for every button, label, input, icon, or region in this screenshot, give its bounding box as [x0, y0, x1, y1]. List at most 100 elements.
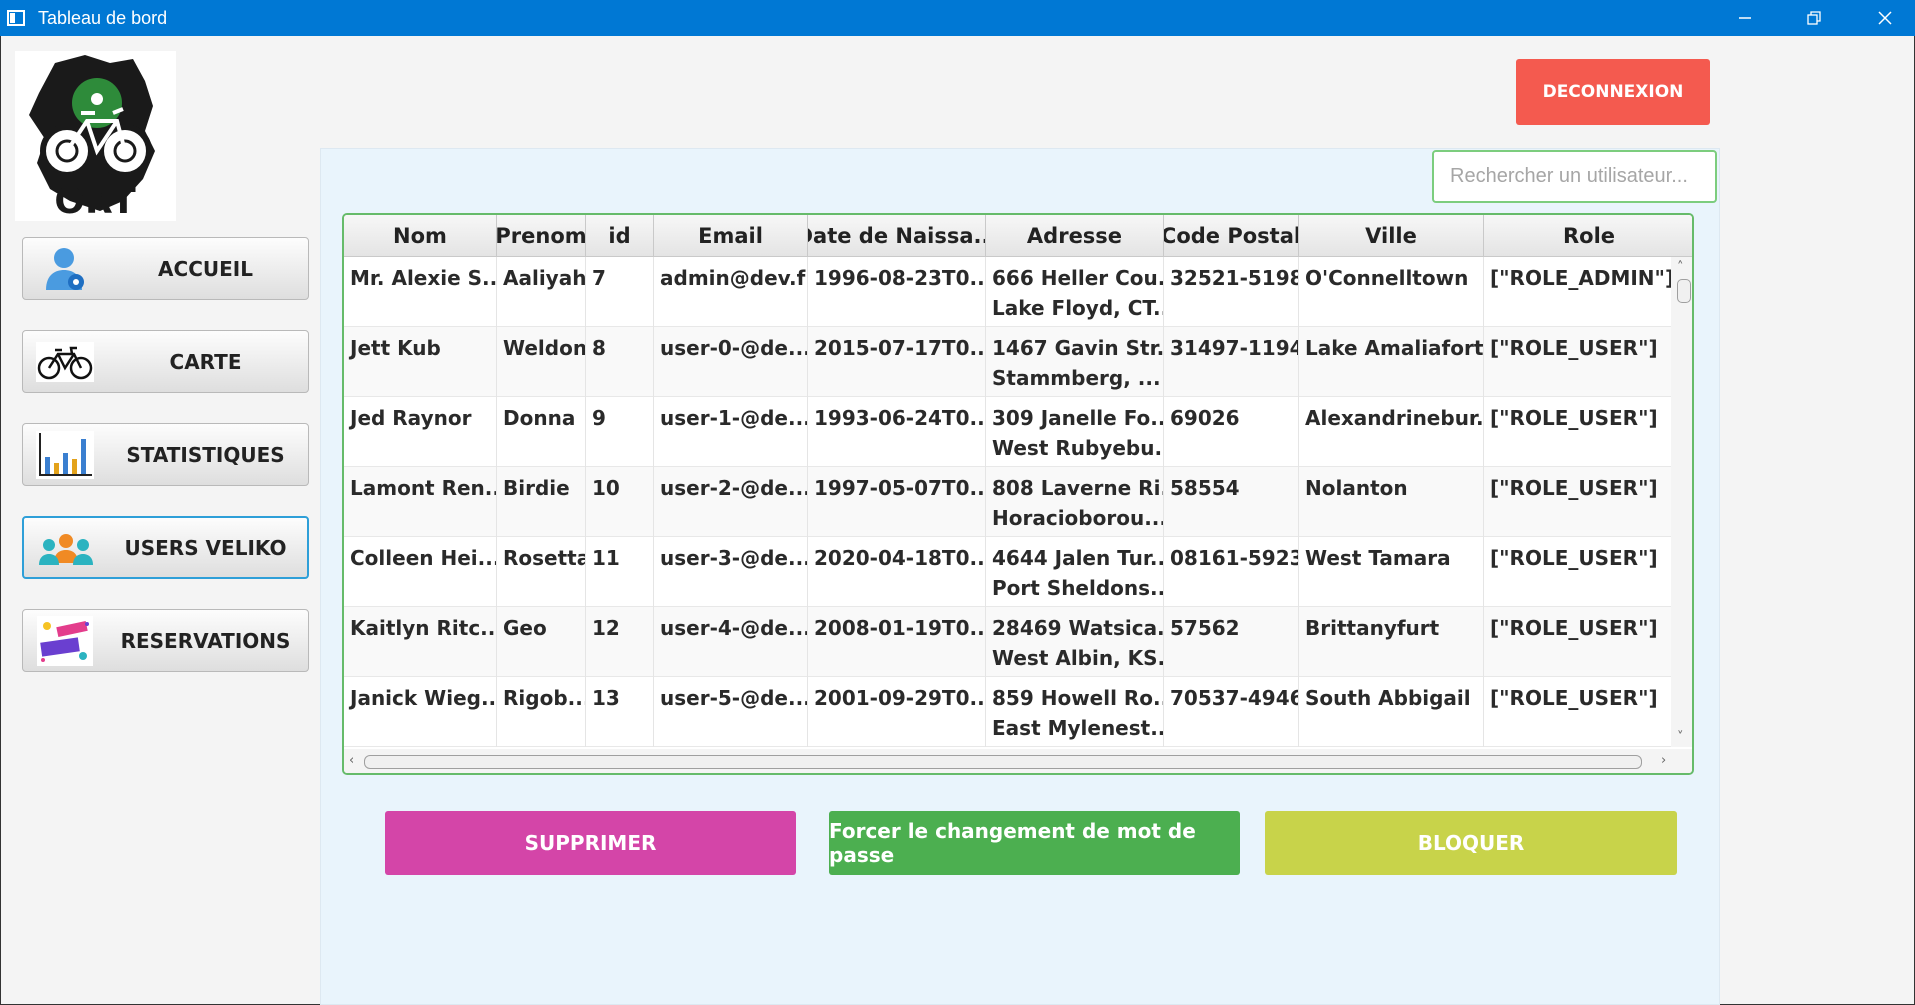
nav-accueil-label: ACCUEIL: [158, 256, 253, 281]
cell-id: 10: [586, 467, 654, 537]
table-row[interactable]: Lamont Ren... Birdie 10 user-2-@de... 19…: [344, 467, 1671, 537]
scroll-up-icon[interactable]: ˄: [1677, 261, 1684, 274]
cell-adresse-line2: Port Sheldons...: [992, 576, 1164, 600]
scroll-left-icon[interactable]: ‹: [349, 754, 354, 767]
scroll-right-icon[interactable]: ›: [1661, 754, 1666, 767]
cell-email: user-1-@de...: [654, 397, 808, 467]
cell-nom: Mr. Alexie S...: [344, 257, 497, 327]
cell-adresse-line2: Stammberg, ...: [992, 366, 1161, 390]
restore-icon: [1807, 11, 1821, 25]
horizontal-scrollbar[interactable]: ‹ ›: [344, 749, 1692, 773]
user-gear-icon: [36, 244, 94, 294]
cell-nom: Jett Kub: [344, 327, 497, 397]
cell-prenom: Weldon: [497, 327, 586, 397]
cell-id: 13: [586, 677, 654, 747]
column-header-ville[interactable]: Ville: [1299, 215, 1484, 257]
app-icon: [7, 10, 25, 26]
cell-ville: Brittanyfurt: [1299, 607, 1484, 677]
cell-code-postal: 58554: [1164, 467, 1299, 537]
cell-date-naissance: 2015-07-17T0...: [808, 327, 986, 397]
cell-code-postal: 69026: [1164, 397, 1299, 467]
cell-adresse: 859 Howell Ro... East Mylenest...: [986, 677, 1164, 747]
cell-role: ["ROLE_USER"]: [1490, 406, 1658, 430]
window-titlebar: Tableau de bord: [0, 0, 1915, 36]
minimize-button[interactable]: [1710, 0, 1780, 36]
cell-date-naissance: 2001-09-29T0...: [808, 677, 986, 747]
cell-adresse-line2: East Mylenest...: [992, 716, 1164, 740]
cell-code-postal: 31497-1194: [1164, 327, 1299, 397]
cell-code-postal: 08161-5923: [1164, 537, 1299, 607]
cell-adresse: 4644 Jalen Tur... Port Sheldons...: [986, 537, 1164, 607]
cell-nom: Colleen Hei...: [344, 537, 497, 607]
cell-code-postal: 32521-5198: [1164, 257, 1299, 327]
cell-date-naissance: 2020-04-18T0...: [808, 537, 986, 607]
block-user-button[interactable]: BLOQUER: [1265, 811, 1677, 875]
cell-id: 11: [586, 537, 654, 607]
users-table: Nom Prenom id Email Date de Naissa... Ad…: [342, 213, 1694, 775]
nav-statistiques-label: STATISTIQUES: [126, 442, 285, 467]
logout-button[interactable]: DECONNEXION: [1516, 59, 1710, 125]
cell-email: user-5-@de...: [654, 677, 808, 747]
cell-prenom: Birdie: [497, 467, 586, 537]
cell-email: user-0-@de...: [654, 327, 808, 397]
cell-role: ["ROLE_USER"]: [1490, 476, 1658, 500]
cell-adresse-line2: West Albin, KS...: [992, 646, 1164, 670]
cell-ville: Alexandrinebur...: [1299, 397, 1484, 467]
cell-adresse-line1: 859 Howell Ro...: [992, 686, 1164, 710]
cell-id: 12: [586, 607, 654, 677]
column-header-prenom[interactable]: Prenom: [497, 215, 586, 257]
table-row[interactable]: Mr. Alexie S... Aaliyah 7 admin@dev.fr 1…: [344, 257, 1671, 327]
cell-nom: Lamont Ren...: [344, 467, 497, 537]
column-header-id[interactable]: id: [586, 215, 654, 257]
cell-adresse-line1: 808 Laverne Ri...: [992, 476, 1163, 500]
cell-adresse-line2: Lake Floyd, CT...: [992, 296, 1164, 320]
cell-role: ["ROLE_ADMIN"]: [1490, 266, 1671, 290]
nav-carte-button[interactable]: CARTE: [22, 330, 309, 393]
coming-soon-icon: [36, 616, 94, 666]
column-header-adresse[interactable]: Adresse: [986, 215, 1164, 257]
table-row[interactable]: Jett Kub Weldon 8 user-0-@de... 2015-07-…: [344, 327, 1671, 397]
minimize-icon: [1739, 17, 1751, 19]
cell-email: user-4-@de...: [654, 607, 808, 677]
nav-carte-label: CARTE: [169, 349, 242, 374]
vertical-scroll-thumb[interactable]: [1677, 279, 1691, 303]
column-header-date-naissance[interactable]: Date de Naissa...: [808, 215, 986, 257]
user-search-input[interactable]: [1432, 150, 1717, 203]
horizontal-scroll-thumb[interactable]: [364, 755, 1642, 769]
nav-users-veliko-label: USERS VELIKO: [124, 535, 287, 560]
table-row[interactable]: Colleen Hei... Rosetta 11 user-3-@de... …: [344, 537, 1671, 607]
cell-ville: O'Connelltown: [1299, 257, 1484, 327]
cell-id: 7: [586, 257, 654, 327]
app-logo: ORT: [15, 51, 176, 222]
nav-users-veliko-button[interactable]: USERS VELIKO: [22, 516, 309, 579]
cell-adresse-line1: 1467 Gavin Str...: [992, 336, 1164, 360]
cell-adresse: 309 Janelle Fo... West Rubyebu...: [986, 397, 1164, 467]
nav-statistiques-button[interactable]: STATISTIQUES: [22, 423, 309, 486]
nav-reservations-button[interactable]: RESERVATIONS: [22, 609, 309, 672]
scroll-down-icon[interactable]: ˅: [1677, 731, 1684, 744]
bicycle-icon: [36, 337, 94, 387]
table-row[interactable]: Jed Raynor Donna 9 user-1-@de... 1993-06…: [344, 397, 1671, 467]
nav-reservations-label: RESERVATIONS: [120, 628, 291, 653]
cell-date-naissance: 1997-05-07T0...: [808, 467, 986, 537]
close-button[interactable]: [1850, 0, 1915, 36]
vertical-scrollbar[interactable]: ˄ ˅: [1671, 257, 1692, 747]
force-password-change-button[interactable]: Forcer le changement de mot de passe: [829, 811, 1240, 875]
cell-ville: Lake Amaliafort: [1299, 327, 1484, 397]
column-header-nom[interactable]: Nom: [344, 215, 497, 257]
table-body: Mr. Alexie S... Aaliyah 7 admin@dev.fr 1…: [344, 257, 1671, 747]
window-title: Tableau de bord: [38, 7, 168, 28]
column-header-email[interactable]: Email: [654, 215, 808, 257]
table-row[interactable]: Kaitlyn Ritc... Geo 12 user-4-@de... 200…: [344, 607, 1671, 677]
cell-ville: South Abbigail: [1299, 677, 1484, 747]
cell-nom: Janick Wieg...: [344, 677, 497, 747]
restore-button[interactable]: [1779, 0, 1849, 36]
table-row[interactable]: Janick Wieg... Rigob... 13 user-5-@de...…: [344, 677, 1671, 747]
cell-id: 9: [586, 397, 654, 467]
column-header-role[interactable]: Role: [1484, 215, 1692, 257]
nav-accueil-button[interactable]: ACCUEIL: [22, 237, 309, 300]
column-header-code-postal[interactable]: Code Postal: [1164, 215, 1299, 257]
cell-role: ["ROLE_USER"]: [1490, 546, 1658, 570]
delete-user-button[interactable]: SUPPRIMER: [385, 811, 796, 875]
cell-email: user-2-@de...: [654, 467, 808, 537]
